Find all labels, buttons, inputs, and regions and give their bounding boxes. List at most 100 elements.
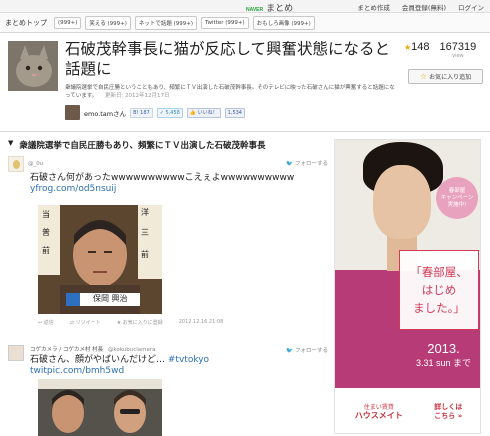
ad-footer: 住まい賃貸 ハウスメイト 詳しくは こちら »: [335, 388, 480, 433]
create-matome-link[interactable]: まとめ作成: [357, 2, 390, 12]
retweet-button[interactable]: ⇄ リツイート: [70, 319, 101, 326]
ad-headline-line-3: ました。」: [413, 301, 465, 315]
hatena-bookmark-button[interactable]: B! 187: [130, 107, 153, 118]
follow-label: フォローする: [294, 348, 328, 354]
svg-text:三: 三: [141, 228, 149, 237]
hatena-count: 187: [140, 109, 150, 116]
favorites-stat: ★148: [404, 41, 430, 59]
tweet-username[interactable]: コゲカメラ / コゲカメ村 村長: [30, 347, 103, 353]
hashtag-link[interactable]: #tvtokyo: [168, 355, 209, 365]
star-outline-icon: ☆: [419, 72, 428, 81]
author-name[interactable]: emo.tamさん: [84, 108, 126, 118]
follow-link[interactable]: 🐦 フォローする: [286, 346, 328, 354]
top-bar: NAVER まとめ まとめ作成 会員登録(無料) ログイン: [0, 0, 490, 14]
triangle-down-icon: ▼: [8, 139, 14, 147]
tv-screenshot-image: [38, 379, 162, 436]
svg-text:当: 当: [42, 209, 50, 219]
housemate-advertisement[interactable]: 春部屋 キャンペーン 実施中! 「春部屋、 はじめ ました。」 2013. 3.…: [334, 139, 481, 434]
page-title: 石破茂幹事長に猫が反応して興奮状態になると話題に: [65, 40, 391, 78]
tweet-photo[interactable]: [38, 379, 162, 436]
article-description: 衆議院選挙で自民圧勝ということもあり、頻繁にＴＶ出演した石破茂幹事長。そのテレビ…: [65, 84, 395, 100]
twitter-bird-icon: ✓: [159, 109, 164, 116]
tweet-handle[interactable]: @_0u: [28, 161, 43, 167]
tweet-button[interactable]: ✓ 5,458: [156, 107, 183, 118]
author-suffix: さん: [113, 109, 127, 118]
nav-home-link[interactable]: まとめトップ: [5, 18, 47, 28]
ad-date-year: 2013.: [427, 341, 460, 356]
add-favorite-label: お気に入り追加: [429, 74, 472, 81]
campaign-end-date: 2013. 3.31 sun まで: [405, 341, 480, 371]
section-heading: ▼ 衆議院選挙で自民圧勝もあり、頻繁にＴＶ出演した石破茂幹事長: [8, 139, 266, 151]
twitter-bird-icon: 🐦: [286, 161, 294, 167]
like-label: いいね！: [197, 110, 218, 116]
follow-link[interactable]: 🐦 フォローする: [286, 159, 328, 167]
login-link[interactable]: ログイン: [458, 2, 484, 12]
article-stats: ★148 167319 view: [404, 41, 476, 59]
tweet-photo[interactable]: 当 普 前 洋 三 前 保岡 興治: [38, 205, 162, 314]
thumbs-up-icon: 👍: [189, 109, 197, 116]
cat-thumbnail-icon: [8, 41, 58, 91]
views-stat: 167319 view: [440, 41, 477, 59]
views-count: 167319: [439, 41, 477, 53]
tweet-link[interactable]: twitpic.com/bmh5wd: [30, 366, 124, 376]
add-favorite-button[interactable]: ☆ お気に入り追加: [408, 69, 483, 84]
svg-text:前: 前: [42, 245, 50, 255]
favorites-count: 148: [411, 41, 430, 53]
retweet-label: リツイート: [75, 320, 101, 326]
ad-details-link[interactable]: 詳しくは こちら »: [434, 403, 462, 421]
tweet-count: 5,458: [165, 109, 180, 116]
ad-headline-line-2: はじめ: [421, 283, 457, 297]
register-link[interactable]: 会員登録(無料): [402, 2, 446, 12]
author-name-text: emo.tam: [84, 109, 114, 118]
svg-text:普: 普: [42, 227, 50, 237]
reply-icon: ↩: [38, 320, 43, 326]
article-thumbnail: [8, 41, 58, 91]
like-count-badge: 1,534: [224, 107, 245, 118]
section-divider: [0, 131, 490, 132]
site-logo[interactable]: NAVER まとめ: [246, 1, 293, 14]
retweet-icon: ⇄: [69, 320, 75, 326]
facebook-like-button[interactable]: 👍 いいね！: [186, 107, 221, 118]
default-egg-avatar-icon[interactable]: [8, 156, 24, 172]
ad-model-face: [373, 165, 431, 239]
user-avatar[interactable]: [8, 345, 24, 361]
views-label: view: [452, 53, 464, 59]
article-header: 石破茂幹事長に猫が反応して興奮状態になると話題に 衆議院選挙で自民圧勝ということ…: [0, 34, 490, 131]
hatena-icon: B!: [133, 109, 139, 116]
reply-label: 返信: [43, 320, 54, 326]
svg-text:前: 前: [141, 249, 149, 259]
nav-tab-twitter[interactable]: Twitter (999+): [201, 17, 249, 29]
campaign-badge-text: 春部屋 キャンペーン 実施中!: [440, 187, 474, 208]
ad-headline: 「春部屋、 はじめ ました。」: [399, 250, 479, 330]
reply-button[interactable]: ↩ 返信: [38, 319, 54, 326]
spring-campaign-badge: 春部屋 キャンペーン 実施中!: [436, 177, 478, 219]
svg-text:洋: 洋: [141, 207, 149, 217]
tweet-actions: ↩ 返信 ⇄ リツイート ★ お気に入りに登録 2012.12.16 21:08: [38, 319, 223, 326]
favorite-label: お気に入りに登録: [122, 320, 163, 326]
tweet-text: 石破さん何があったwwwwwwwwwwこえぇよwwwwwwwwww: [30, 173, 295, 183]
nav-tab-funny-images[interactable]: おもしろ画像 (999+): [252, 16, 315, 30]
nav-tab-funny[interactable]: 笑える (999+): [85, 16, 131, 30]
twitter-bird-icon: 🐦: [286, 348, 294, 354]
tweet-text: 石破さん、顔がやばいんだけど… #tvtokyo: [30, 354, 209, 366]
housemate-logo: 住まい賃貸 ハウスメイト: [355, 404, 403, 420]
nav-tab-net-topic[interactable]: ネットで話題 (999+): [134, 16, 198, 30]
author-avatar[interactable]: [65, 105, 80, 120]
tweet-timestamp[interactable]: 2012.12.16 21:08: [179, 319, 224, 326]
ad-date-day: 3.31 sun まで: [415, 358, 472, 368]
tweet-link[interactable]: yfrog.com/od5nsuij: [30, 184, 328, 195]
star-icon: ★: [116, 320, 122, 326]
tweet-card: @_0u 🐦 フォローする 石破さん何があったwwwwwwwwwwこえぇよwww…: [8, 156, 328, 195]
category-nav: まとめトップ (999+) 笑える (999+) ネットで話題 (999+) T…: [0, 14, 490, 33]
favorites-count-row: ★148: [404, 41, 430, 53]
logo-matome-text: まとめ: [266, 4, 294, 14]
favorite-button[interactable]: ★ お気に入りに登録: [117, 319, 163, 326]
photo-caption: 保岡 興治: [93, 294, 128, 303]
updated-date: 更新日: 2012年12月17日: [104, 93, 170, 99]
ad-headline-line-1: 「春部屋、: [410, 265, 468, 279]
top-links: まとめ作成 会員登録(無料) ログイン: [357, 2, 484, 12]
tweet-text-body: 石破さん、顔がやばいんだけど…: [30, 355, 166, 365]
nav-tab-1[interactable]: (999+): [54, 17, 82, 29]
tweet-handle[interactable]: @kokubuclamera: [108, 347, 156, 353]
tweet-meta: コゲカメラ / コゲカメ村 村長 @kokubuclamera: [30, 345, 156, 353]
